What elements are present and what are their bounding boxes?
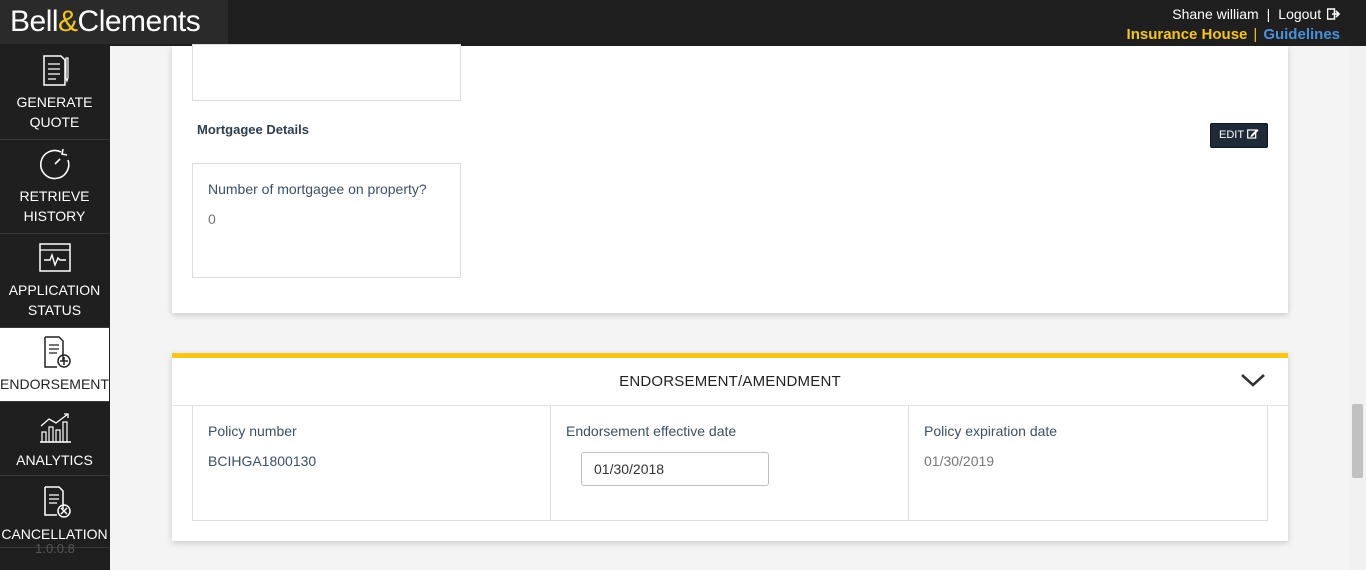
logout-link[interactable]: Logout [1278,6,1341,22]
edit-mortgagee-button[interactable]: EDIT [1210,123,1268,148]
mortgagee-count-value: 0 [208,211,216,227]
endorsement-header[interactable]: ENDORSEMENT/AMENDMENT [172,358,1288,406]
policy-number-cell: Policy number BCIHGA1800130 [193,406,551,520]
sidebar-item-retrieve-history[interactable]: RETRIEVE HISTORY [0,140,109,234]
pulse-monitor-icon [37,240,73,276]
document-cancel-icon [37,484,73,520]
mortgagee-count-label: Number of mortgagee on property? [208,181,427,197]
mortgagee-section-title: Mortgagee Details [197,122,309,137]
insurance-house-link[interactable]: Insurance House [1127,26,1248,43]
effective-date-label: Endorsement effective date [566,423,737,439]
user-bar: Shane william | Logout [1172,6,1341,22]
sidebar-item-label: APPLICATION [8,282,101,298]
expiration-date-cell: Policy expiration date 01/30/2019 [909,406,1268,520]
effective-date-input[interactable] [581,452,769,486]
separator: | [1266,6,1271,22]
sidebar-item-label: ANALYTICS [16,452,93,468]
user-name: Shane william [1172,6,1259,22]
sidebar-item-label: HISTORY [23,208,86,224]
bar-chart-icon [37,410,73,446]
page-scrollbar[interactable] [1349,46,1366,570]
sidebar-item-generate-quote[interactable]: GENERATE QUOTE [0,46,109,140]
history-clock-icon [37,146,73,182]
sidebar: GENERATE QUOTE RETRIEVE HISTORY APPLICAT… [0,46,110,570]
policy-number-value: BCIHGA1800130 [208,453,317,469]
logo-text-clements: Clements [77,5,201,38]
guidelines-link[interactable]: Guidelines [1263,26,1340,43]
sidebar-item-label: STATUS [27,302,82,318]
sidebar-item-application-status[interactable]: APPLICATION STATUS [0,234,109,328]
expiration-date-value: 01/30/2019 [924,453,995,469]
property-details-card: Mortgagee Details EDIT Number of mortgag… [172,44,1288,313]
document-list-icon [37,52,73,88]
edit-icon [1247,129,1259,139]
sidebar-item-label: QUOTE [29,114,80,130]
sidebar-item-label: ENDORSEMENT [0,376,109,392]
chevron-down-icon[interactable] [1240,370,1266,390]
mortgagee-count-box: Number of mortgagee on property? 0 [192,163,461,278]
top-header: Bell&Clements Shane william | Logout Insur… [0,0,1366,46]
sidebar-item-label: GENERATE [16,94,93,110]
document-add-icon [37,334,73,370]
separator: | [1253,26,1258,43]
endorsement-card: ENDORSEMENT/AMENDMENT Policy number BCIH… [172,353,1288,541]
header-links: Insurance House | Guidelines [1127,26,1340,43]
app-version: 1.0.0.8 [35,541,75,556]
sidebar-item-label: RETRIEVE [19,188,90,204]
policy-number-label: Policy number [208,423,297,439]
brand-logo[interactable]: Bell&Clements [0,0,228,44]
logout-icon [1326,8,1341,20]
previous-field-box [192,44,461,101]
sidebar-item-endorsement[interactable]: ENDORSEMENT [0,328,109,402]
logo-ampersand: & [58,5,78,38]
sidebar-item-cancellation[interactable]: CANCELLATION [0,476,109,548]
sidebar-item-analytics[interactable]: ANALYTICS [0,402,109,476]
expiration-date-label: Policy expiration date [924,423,1058,439]
endorsement-title: ENDORSEMENT/AMENDMENT [619,373,841,390]
edit-label: EDIT [1219,129,1244,141]
scrollbar-thumb[interactable] [1352,404,1363,478]
logo-text-bell: Bell [10,5,59,38]
logout-label: Logout [1278,6,1322,22]
